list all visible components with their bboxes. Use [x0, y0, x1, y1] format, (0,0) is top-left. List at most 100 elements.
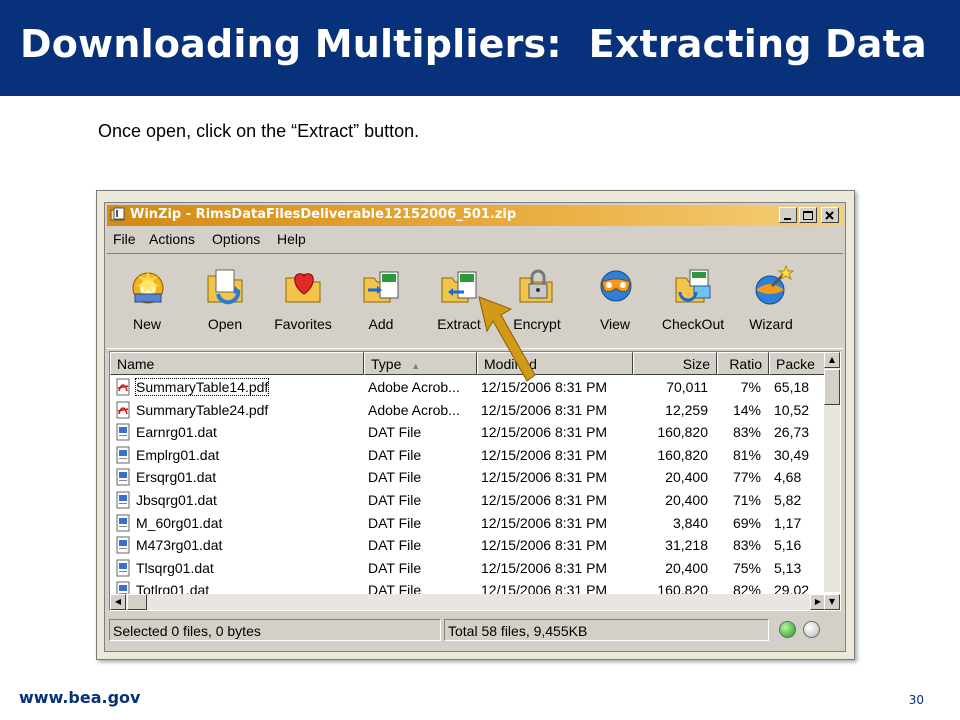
row-cell-ratio: 75%: [732, 559, 761, 576]
table-row[interactable]: M473rg01.dat DAT File 12/15/2006 8:31 PM 31…: [110, 534, 826, 557]
column-type-label: Type: [371, 356, 402, 372]
table-row[interactable]: Earnrg01.dat DAT File 12/15/2006 8:31 PM 16…: [110, 421, 826, 444]
scroll-thumb[interactable]: [824, 369, 840, 405]
dat-file-icon: [116, 491, 130, 509]
menu-file[interactable]: File: [113, 231, 136, 247]
wizard-button[interactable]: Wizard: [736, 260, 806, 344]
minimize-icon: [784, 218, 791, 220]
row-cell-name: M473rg01.dat: [136, 537, 223, 554]
row-cell-size: 3,840: [672, 514, 708, 531]
footer-url[interactable]: www.bea.gov: [19, 688, 140, 707]
checkout-label: CheckOut: [661, 316, 725, 332]
add-label: Add: [368, 316, 394, 332]
row-cell-ratio: 14%: [732, 401, 761, 418]
row-cell-modified: 12/15/2006 8:31 PM: [481, 401, 608, 418]
page-number: 30: [908, 693, 924, 707]
dat-file-icon: [116, 446, 130, 464]
row-cell-packed: 1,17: [774, 514, 802, 531]
row-cell-modified: 12/15/2006 8:31 PM: [481, 537, 608, 554]
dat-file-icon: [116, 423, 130, 441]
column-name[interactable]: Name: [110, 352, 364, 375]
maximize-button[interactable]: [799, 207, 817, 223]
vertical-scrollbar[interactable]: ▲: [824, 352, 840, 592]
status-indicator-gray: [803, 621, 820, 638]
file-list: Name Type ▲ Modified Size Ratio Packe Su…: [109, 351, 841, 611]
row-cell-ratio: 81%: [732, 446, 761, 463]
table-row[interactable]: Ersqrg01.dat DAT File 12/15/2006 8:31 PM 20…: [110, 466, 826, 489]
close-icon: [825, 211, 834, 220]
row-cell-name: SummaryTable14.pdf: [134, 378, 270, 396]
instruction-text: Once open, click on the “Extract” button…: [98, 121, 420, 141]
row-cell-ratio: 71%: [732, 492, 761, 508]
row-cell-type: DAT File: [368, 492, 422, 508]
scroll-down-button[interactable]: ▼: [824, 594, 840, 610]
favorites-button[interactable]: Favorites: [268, 260, 338, 344]
wizard-label: Wizard: [749, 316, 793, 332]
slide-title: Downloading Multipliers: Extracting Data: [20, 22, 927, 66]
row-cell-type: DAT File: [368, 559, 422, 576]
open-button[interactable]: Open: [190, 260, 260, 344]
row-cell-name: M_60rg01.dat: [136, 514, 223, 531]
row-cell-modified: 12/15/2006 8:31 PM: [481, 559, 608, 576]
favorites-heart-icon: [285, 273, 321, 303]
wizard-icon: [755, 264, 794, 305]
row-cell-ratio: 69%: [732, 514, 761, 531]
column-ratio[interactable]: Ratio: [717, 352, 769, 375]
row-cell-name: Tlsqrg01.dat: [136, 559, 214, 576]
status-selected: Selected 0 files, 0 bytes: [109, 619, 441, 641]
menu-options[interactable]: Options: [212, 231, 260, 247]
table-row[interactable]: Tlsqrg01.dat DAT File 12/15/2006 8:31 PM 20…: [110, 557, 826, 580]
row-cell-packed: 5,13: [774, 559, 802, 576]
row-cell-type: DAT File: [368, 537, 422, 554]
open-label: Open: [207, 316, 243, 332]
row-cell-size: 20,400: [665, 469, 708, 486]
column-size[interactable]: Size: [633, 352, 717, 375]
row-cell-ratio: 77%: [732, 469, 761, 486]
menu-help[interactable]: Help: [277, 231, 306, 247]
view-button[interactable]: View: [580, 260, 650, 344]
column-type[interactable]: Type ▲: [364, 352, 477, 375]
row-cell-type: DAT File: [368, 469, 422, 486]
status-total: Total 58 files, 9,455KB: [444, 619, 769, 641]
row-cell-name: SummaryTable24.pdf: [136, 401, 269, 418]
row-cell-modified: 12/15/2006 8:31 PM: [481, 514, 608, 531]
row-cell-packed: 65,18: [774, 379, 810, 395]
table-row[interactable]: Emplrg01.dat DAT File 12/15/2006 8:31 PM 16…: [110, 444, 826, 467]
row-cell-packed: 5,82: [774, 492, 802, 508]
menu-actions[interactable]: Actions: [149, 231, 195, 247]
row-cell-modified: 12/15/2006 8:31 PM: [481, 424, 608, 441]
pdf-file-icon: [116, 378, 130, 396]
table-row[interactable]: Jbsqrg01.dat DAT File 12/15/2006 8:31 PM 20…: [110, 489, 826, 512]
new-button[interactable]: New: [112, 260, 182, 344]
scroll-up-button[interactable]: ▲: [824, 352, 840, 368]
row-cell-ratio: 83%: [732, 424, 761, 441]
row-cell-type: DAT File: [368, 424, 422, 441]
scroll-left-button[interactable]: ◀: [110, 594, 126, 610]
row-cell-size: 20,400: [665, 559, 708, 576]
row-cell-size: 160,820: [657, 424, 708, 441]
row-cell-modified: 12/15/2006 8:31 PM: [481, 446, 608, 463]
open-folder-icon: [207, 269, 243, 305]
view-glasses-icon: [600, 270, 632, 302]
horizontal-scrollbar[interactable]: ◀ ▶: [110, 594, 826, 610]
row-cell-name: Ersqrg01.dat: [136, 469, 217, 486]
table-row[interactable]: SummaryTable14.pdf Adobe Acrob... 12/15/20…: [110, 376, 826, 399]
row-cell-name: Earnrg01.dat: [136, 424, 217, 441]
title-bar[interactable]: WinZip - RimsDataFilesDeliverable1215200…: [107, 205, 843, 226]
status-bar: Selected 0 files, 0 bytes Total 58 files…: [109, 615, 841, 647]
checkout-button[interactable]: CheckOut: [658, 260, 728, 344]
row-cell-ratio: 7%: [740, 379, 761, 395]
close-button[interactable]: [821, 207, 839, 223]
row-cell-size: 12,259: [665, 401, 708, 418]
table-row[interactable]: M_60rg01.dat DAT File 12/15/2006 8:31 PM 3,…: [110, 512, 826, 535]
row-cell-type: DAT File: [368, 446, 422, 463]
add-button[interactable]: Add: [346, 260, 416, 344]
table-row[interactable]: SummaryTable24.pdf Adobe Acrob... 12/15/20…: [110, 399, 826, 422]
minimize-button[interactable]: [779, 207, 797, 223]
row-cell-size: 70,011: [666, 379, 708, 395]
column-packed[interactable]: Packe: [769, 352, 829, 375]
horizontal-scroll-thumb[interactable]: [127, 594, 147, 610]
row-cell-type: Adobe Acrob...: [368, 379, 460, 395]
new-label: New: [132, 316, 161, 332]
toolbar: New Open Favorites Add Extract Encrypt V…: [107, 253, 843, 349]
